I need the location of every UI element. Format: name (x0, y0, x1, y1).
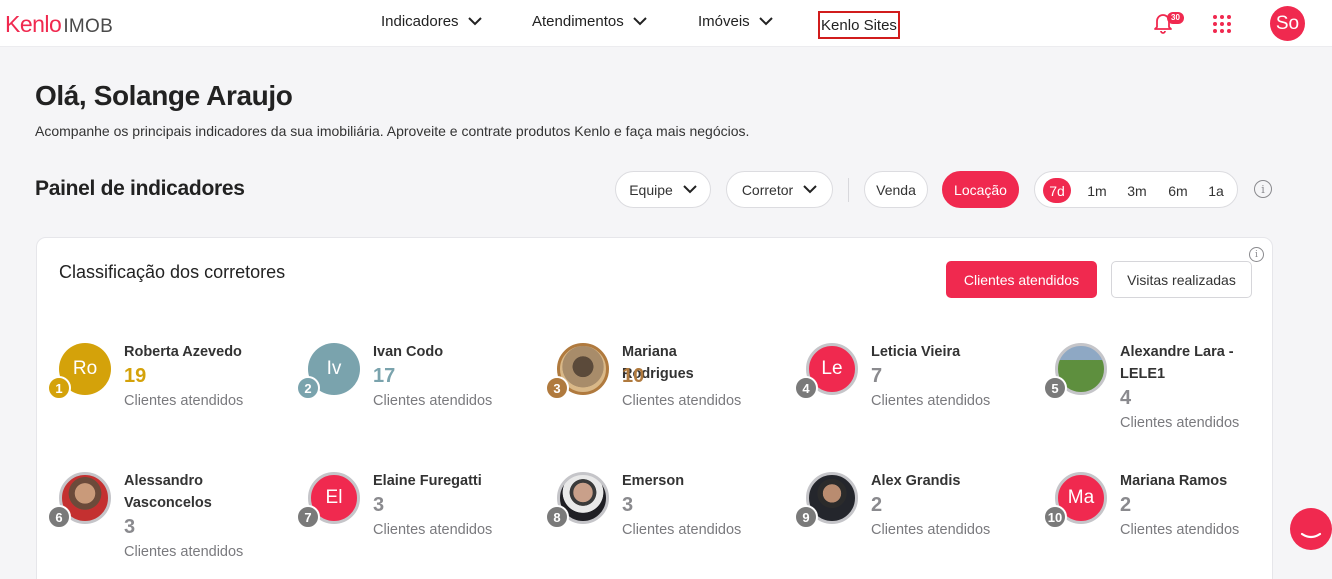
tab-clientes-atendidos[interactable]: Clientes atendidos (946, 261, 1097, 298)
broker-name: Ivan Codo (373, 344, 444, 360)
corretor-filter-label: Corretor (741, 181, 794, 198)
top-bar: Kenlo IMOB Indicadores Atendimentos Imóv… (0, 0, 1332, 47)
broker-name: Alexandre Lara - LELE1 (1120, 344, 1234, 382)
broker-count: 2 (871, 494, 883, 516)
broker-metric-label: Clientes atendidos (373, 393, 493, 409)
period-selector: 7d 1m 3m 6m 1a (1034, 171, 1238, 208)
broker-name: Elaine Furegatti (373, 473, 482, 489)
broker-count: 17 (373, 365, 396, 387)
kenlo-logo[interactable]: Kenlo IMOB (5, 11, 113, 38)
nav-atendimentos-label: Atendimentos (532, 13, 624, 30)
logo-brand: Kenlo (5, 11, 62, 37)
broker-name: Emerson (622, 473, 685, 489)
nav-indicadores-label: Indicadores (381, 13, 459, 30)
broker-metric-label: Clientes atendidos (622, 522, 742, 538)
broker-metric-label: Clientes atendidos (373, 522, 493, 538)
nav-indicadores[interactable]: Indicadores (381, 13, 482, 30)
panel-title: Painel de indicadores (35, 177, 245, 200)
rank-badge: 9 (794, 505, 818, 529)
period-1m[interactable]: 1m (1083, 178, 1111, 203)
rank-badge: 5 (1043, 376, 1067, 400)
rank-badge: 8 (545, 505, 569, 529)
period-3m[interactable]: 3m (1123, 178, 1151, 203)
broker-count: 10 (622, 365, 645, 387)
rank-badge: 3 (545, 376, 569, 400)
rank-badge: 1 (47, 376, 71, 400)
venda-toggle[interactable]: Venda (864, 171, 928, 208)
ranking-title: Classificação dos corretores (59, 262, 286, 282)
chat-icon (1300, 532, 1322, 539)
broker-name: Mariana Ramos (1120, 473, 1228, 489)
broker-name: Alex Grandis (871, 473, 961, 489)
nav-kenlo-sites[interactable]: Kenlo Sites (818, 11, 900, 39)
chevron-down-icon (803, 185, 817, 194)
broker-count: 19 (124, 365, 147, 387)
broker-metric-label: Clientes atendidos (871, 393, 991, 409)
broker-count: 2 (1120, 494, 1132, 516)
broker-name: Leticia Vieira (871, 344, 961, 360)
notification-badge: 30 (1167, 12, 1184, 24)
logo-product: IMOB (63, 16, 114, 37)
user-avatar[interactable]: So (1270, 6, 1305, 41)
nav-imoveis[interactable]: Imóveis (698, 13, 773, 30)
rank-badge: 6 (47, 505, 71, 529)
broker-count: 4 (1120, 387, 1132, 409)
apps-grid-icon[interactable] (1213, 15, 1231, 33)
chevron-down-icon (758, 17, 773, 26)
broker-count: 3 (622, 494, 634, 516)
period-7d[interactable]: 7d (1043, 178, 1071, 203)
chevron-down-icon (683, 185, 697, 194)
broker-metric-label: Clientes atendidos (871, 522, 991, 538)
nav-sites-label: Kenlo Sites (821, 16, 897, 34)
rank-badge: 10 (1043, 505, 1067, 529)
broker-name: Roberta Azevedo (124, 344, 242, 360)
info-icon[interactable]: i (1249, 247, 1264, 262)
rank-badge: 2 (296, 376, 320, 400)
filter-divider (848, 178, 849, 202)
equipe-filter-label: Equipe (629, 181, 673, 198)
chevron-down-icon (467, 17, 482, 26)
broker-count: 3 (373, 494, 385, 516)
broker-metric-label: Clientes atendidos (1120, 522, 1240, 538)
equipe-filter[interactable]: Equipe (615, 171, 711, 208)
nav-imoveis-label: Imóveis (698, 13, 750, 30)
ranking-card: i Classificação dos corretores Clientes … (36, 237, 1273, 579)
tab-visitas-realizadas[interactable]: Visitas realizadas (1111, 261, 1252, 298)
chevron-down-icon (633, 17, 647, 26)
locacao-label: Locação (954, 181, 1007, 198)
nav-atendimentos[interactable]: Atendimentos (532, 13, 647, 30)
rank-badge: 4 (794, 376, 818, 400)
broker-name: Alessandro Vasconcelos (124, 473, 212, 511)
broker-count: 7 (871, 365, 883, 387)
page-title: Olá, Solange Araujo (35, 80, 293, 111)
broker-metric-label: Clientes atendidos (1120, 415, 1240, 431)
page-subtitle: Acompanhe os principais indicadores da s… (35, 123, 750, 139)
venda-label: Venda (876, 181, 916, 198)
rank-badge: 7 (296, 505, 320, 529)
info-icon[interactable]: i (1254, 180, 1272, 198)
broker-metric-label: Clientes atendidos (124, 544, 244, 560)
corretor-filter[interactable]: Corretor (726, 171, 833, 208)
chat-support-button[interactable] (1290, 508, 1332, 550)
broker-metric-label: Clientes atendidos (124, 393, 244, 409)
period-1a[interactable]: 1a (1203, 178, 1229, 203)
period-6m[interactable]: 6m (1163, 178, 1193, 203)
broker-metric-label: Clientes atendidos (622, 393, 742, 409)
locacao-toggle[interactable]: Locação (942, 171, 1019, 208)
broker-count: 3 (124, 516, 136, 538)
